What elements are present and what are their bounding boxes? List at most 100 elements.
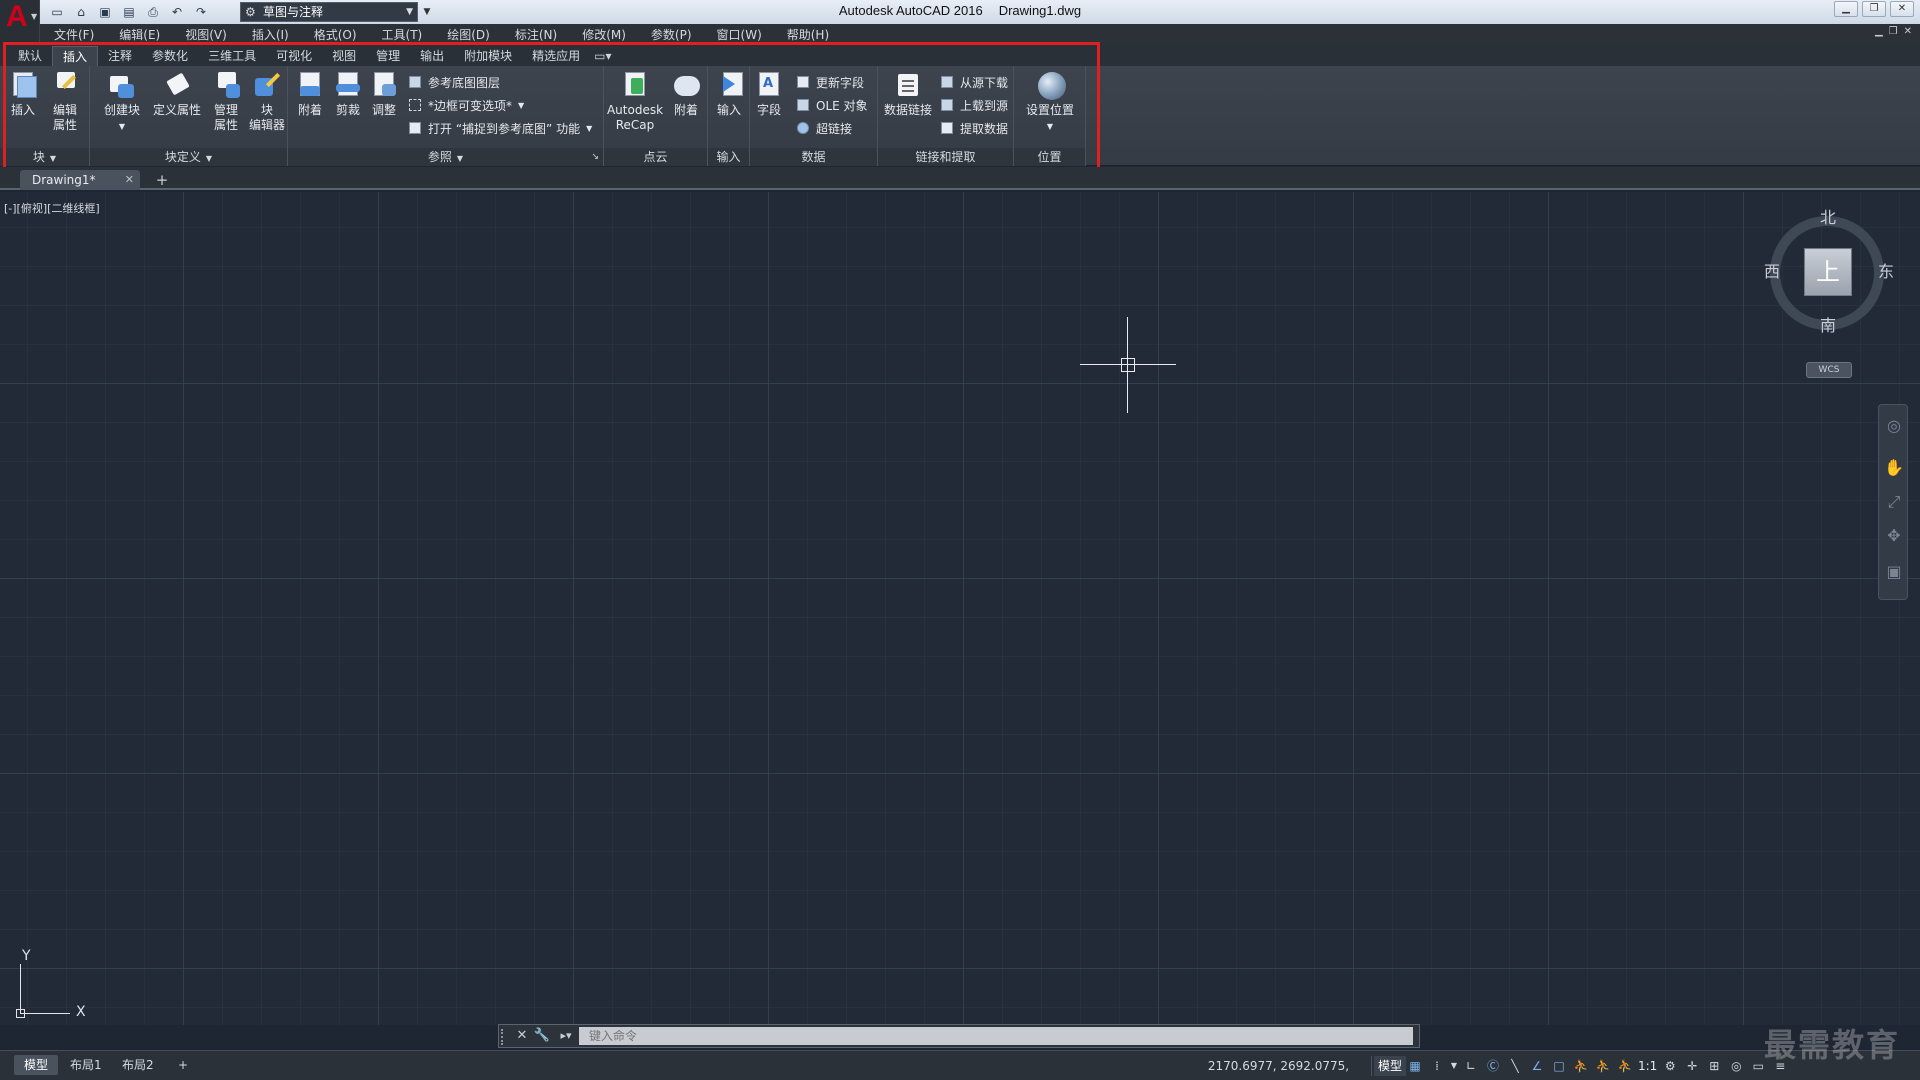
layout-tab-layout2[interactable]: 布局2 <box>112 1055 164 1075</box>
attach-reference-button[interactable]: 附着 <box>292 70 328 118</box>
tab-insert[interactable]: 插入 <box>52 46 99 66</box>
underlay-layers-button[interactable]: 参考底图图层 <box>408 72 500 92</box>
file-tab-drawing1[interactable]: Drawing1* ✕ <box>20 170 140 190</box>
create-block-button[interactable]: 创建块 ▼ <box>98 70 146 134</box>
tab-3d-tools[interactable]: 三维工具 <box>198 46 266 66</box>
tab-view[interactable]: 视图 <box>322 46 366 66</box>
viewport-controls[interactable]: [-][俯视][二维线框] <box>4 200 100 216</box>
tab-featured-apps[interactable]: 精选应用 <box>522 46 590 66</box>
field-button[interactable]: A 字段 <box>752 70 786 118</box>
units-icon[interactable]: ⊞ <box>1705 1057 1723 1075</box>
close-icon[interactable]: ✕ <box>125 170 134 190</box>
close-button[interactable]: ✕ <box>1890 1 1914 17</box>
zoom-extents-icon[interactable]: ⤢ <box>1883 491 1905 513</box>
isodraft-icon[interactable]: ╲ <box>1506 1057 1524 1075</box>
menu-file[interactable]: 文件(F) <box>54 26 94 43</box>
data-link-button[interactable]: 数据链接 <box>880 70 936 118</box>
command-prompt-icon[interactable]: ▸▾ <box>555 1027 577 1045</box>
command-line-grip[interactable] <box>501 1029 507 1045</box>
object-snap-tracking-icon[interactable]: ∠ <box>1528 1057 1546 1075</box>
menu-window[interactable]: 窗口(W) <box>717 26 762 43</box>
doc-minimize-button[interactable]: ▁ <box>1875 26 1883 37</box>
block-editor-button[interactable]: 块 编辑器 <box>246 70 288 133</box>
panel-block-definition-title[interactable]: 块定义 ▼ <box>90 148 287 166</box>
panel-block-title[interactable]: 块 ▼ <box>0 148 89 166</box>
new-file-tab-button[interactable]: + <box>152 171 172 189</box>
update-fields-button[interactable]: 更新字段 <box>796 72 864 92</box>
insert-block-button[interactable]: 插入 <box>4 70 42 118</box>
set-location-button[interactable]: 设置位置 ▼ <box>1018 70 1082 134</box>
layout-tab-layout1[interactable]: 布局1 <box>60 1055 112 1075</box>
annotation-visibility-icon[interactable]: ⛹ <box>1572 1057 1590 1075</box>
steering-wheel-icon[interactable]: ◎ <box>1883 415 1905 437</box>
clip-button[interactable]: 剪裁 <box>330 70 366 118</box>
snap-mode-icon[interactable]: ⁞ <box>1428 1057 1446 1075</box>
layout-tab-model[interactable]: 模型 <box>14 1055 59 1075</box>
hyperlink-button[interactable]: 超链接 <box>796 118 852 138</box>
panel-point-cloud-title[interactable]: 点云 <box>604 148 707 166</box>
tab-manage[interactable]: 管理 <box>366 46 410 66</box>
adjust-button[interactable]: 调整 <box>366 70 402 118</box>
showmotion-icon[interactable]: ▣ <box>1883 561 1905 583</box>
menu-help[interactable]: 帮助(H) <box>787 26 829 43</box>
chevron-down-icon[interactable]: ▼ <box>1450 1057 1458 1075</box>
attach-point-cloud-button[interactable]: 附着 <box>668 70 704 118</box>
extract-data-button[interactable]: 提取数据 <box>940 118 1008 138</box>
application-menu-button[interactable]: A ▼ <box>0 0 40 44</box>
menu-parametric[interactable]: 参数(P) <box>651 26 692 43</box>
tab-default[interactable]: 默认 <box>8 46 52 66</box>
frame-variable-dropdown[interactable]: *边框可变选项* ▼ <box>408 95 524 115</box>
autodesk-recap-button[interactable]: Autodesk ReCap <box>606 70 664 133</box>
compass-south[interactable]: 南 <box>1820 312 1836 336</box>
tab-annotate[interactable]: 注释 <box>98 46 142 66</box>
import-button[interactable]: 输入 <box>710 70 748 118</box>
manage-attributes-button[interactable]: 管理 属性 <box>206 70 246 133</box>
orbit-icon[interactable]: ✥ <box>1883 525 1905 547</box>
tab-parametric[interactable]: 参数化 <box>142 46 198 66</box>
cursor-coordinates[interactable]: 2170.6977, 2692.0775, 0.0000 <box>1186 1056 1372 1080</box>
panel-location-title[interactable]: 位置 <box>1014 148 1085 166</box>
annotation-scale-value[interactable]: 1:1 <box>1638 1059 1657 1073</box>
object-snap-icon[interactable]: □ <box>1550 1057 1568 1075</box>
close-icon[interactable]: ✕ <box>513 1027 531 1045</box>
doc-close-button[interactable]: ✕ <box>1904 26 1912 37</box>
menu-insert[interactable]: 插入(I) <box>252 26 289 43</box>
tab-output[interactable]: 输出 <box>410 46 454 66</box>
ribbon-display-toggle[interactable]: ▭▾ <box>590 46 620 66</box>
panel-linking-extraction-title[interactable]: 链接和提取 <box>878 148 1013 166</box>
upload-to-source-button[interactable]: 上载到源 <box>940 95 1008 115</box>
menu-tools[interactable]: 工具(T) <box>382 26 423 43</box>
ortho-icon[interactable]: ∟ <box>1462 1057 1480 1075</box>
pan-hand-icon[interactable]: ✋ <box>1883 457 1905 479</box>
snap-to-underlay-button[interactable]: 打开 “捕捉到参考底图” 功能 ▼ <box>408 118 592 138</box>
panel-data-title[interactable]: 数据 <box>750 148 877 166</box>
polar-tracking-icon[interactable]: Ⓒ <box>1484 1057 1502 1075</box>
viewcube[interactable]: 上 北 南 西 东 WCS <box>1762 208 1894 378</box>
ole-object-button[interactable]: OLE 对象 <box>796 95 868 115</box>
annotation-monitor-icon[interactable]: ✛ <box>1683 1057 1701 1075</box>
drawing-viewport[interactable]: [-][俯视][二维线框] 上 北 南 西 东 WCS ◎ ✋ ⤢ ✥ ▣ Y <box>0 192 1920 1025</box>
grid-icon[interactable]: ▦ <box>1406 1057 1424 1075</box>
compass-east[interactable]: 东 <box>1878 258 1894 282</box>
edit-attribute-button[interactable]: 编辑 属性 <box>44 70 86 133</box>
dialog-launcher-icon[interactable]: ↘ <box>591 148 599 166</box>
workspace-switch-icon[interactable]: ⚙ <box>1661 1057 1679 1075</box>
auto-scale-icon[interactable]: ⛹ <box>1594 1057 1612 1075</box>
compass-north[interactable]: 北 <box>1820 204 1836 228</box>
isolate-objects-icon[interactable]: ◎ <box>1727 1057 1745 1075</box>
wrench-icon[interactable]: 🔧 <box>533 1027 551 1045</box>
menu-draw[interactable]: 绘图(D) <box>447 26 490 43</box>
menu-edit[interactable]: 编辑(E) <box>119 26 160 43</box>
doc-restore-button[interactable]: ❐ <box>1889 26 1898 37</box>
define-attribute-button[interactable]: 定义属性 <box>150 70 204 118</box>
viewcube-top-face[interactable]: 上 <box>1804 248 1852 296</box>
minimize-button[interactable]: ▁ <box>1834 1 1858 17</box>
download-from-source-button[interactable]: 从源下载 <box>940 72 1008 92</box>
restore-button[interactable]: ❐ <box>1862 1 1886 17</box>
panel-reference-title[interactable]: 参照 ▼ ↘ <box>288 148 603 166</box>
menu-dimension[interactable]: 标注(N) <box>515 26 557 43</box>
model-space-toggle[interactable]: 模型 <box>1374 1056 1407 1076</box>
command-input[interactable] <box>579 1027 1413 1045</box>
annotation-scale-icon[interactable]: ⛹ <box>1616 1057 1634 1075</box>
add-layout-button[interactable]: + <box>168 1055 198 1075</box>
